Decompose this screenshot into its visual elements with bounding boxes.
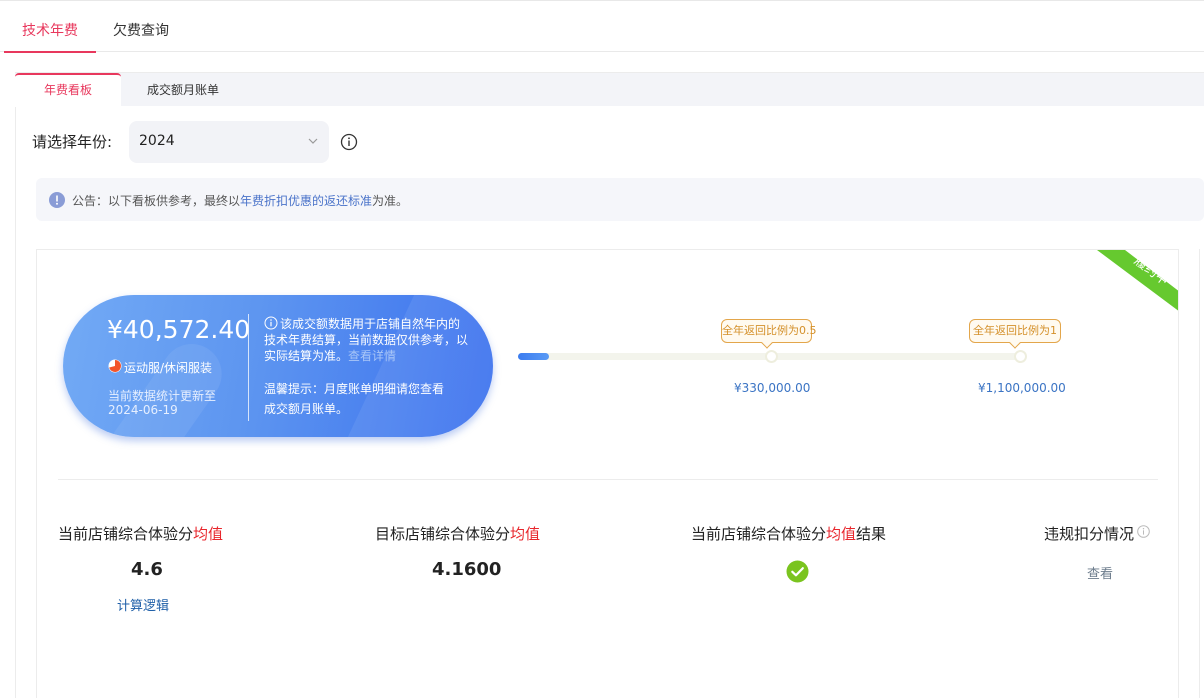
notice-text: 公告：以下看板供参考，最终以年费折扣优惠的返还标准为准。 xyxy=(72,194,409,208)
milestone-threshold: ¥1,100,000.00 xyxy=(978,381,1066,395)
violation-title: 违规扣分情况 xyxy=(1044,523,1150,544)
check-circle-icon xyxy=(786,560,809,583)
current-score-title: 当前店铺综合体验分均值 xyxy=(58,525,224,543)
year-select-value: 2024 xyxy=(139,133,175,149)
chevron-down-icon xyxy=(308,138,318,144)
view-details-link[interactable]: 查看详情 xyxy=(348,349,396,363)
tab-tech-annual-fee[interactable]: 技术年费 xyxy=(4,4,96,53)
sub-tab-bar: 年费看板 成交额月账单 xyxy=(15,72,1204,107)
update-label: 当前数据统计更新至 xyxy=(108,389,217,403)
year-select[interactable]: 2024 xyxy=(129,121,329,163)
year-filter-label: 请选择年份: xyxy=(32,133,113,151)
top-border xyxy=(0,0,1204,1)
store-category: 运动服/休闲服装 xyxy=(124,361,213,375)
info-icon xyxy=(264,316,278,330)
current-score-value: 4.6 xyxy=(131,559,163,580)
right-edge-divider xyxy=(1199,249,1200,698)
notice-bar: 公告：以下看板供参考，最终以年费折扣优惠的返还标准为准。 xyxy=(36,178,1204,221)
top-tab-bar: 技术年费 欠费查询 xyxy=(0,4,1204,53)
target-score-title: 目标店铺综合体验分均值 xyxy=(375,525,541,543)
score-result-title: 当前店铺综合体验分均值结果 xyxy=(691,525,887,543)
info-icon[interactable] xyxy=(1137,525,1150,538)
exclamation-icon xyxy=(49,192,65,208)
tab-arrears-query[interactable]: 欠费查询 xyxy=(100,4,182,52)
monthly-bill-tip: 温馨提示：月度账单明细请您查看成交额月账单。 xyxy=(264,382,445,416)
calculation-logic-link[interactable]: 计算逻辑 xyxy=(117,595,169,614)
target-score-value: 4.1600 xyxy=(432,559,502,580)
pill-decoration xyxy=(92,332,234,437)
tab-annual-fee-board[interactable]: 年费看板 xyxy=(15,73,121,107)
milestone-threshold: ¥330,000.00 xyxy=(734,381,811,395)
tab-monthly-gmv-bill[interactable]: 成交额月账单 xyxy=(127,73,239,107)
gmv-description: 该成交额数据用于店铺自然年内的技术年费结算，当前数据仅供参考，以实际结算为准。查… xyxy=(264,316,469,363)
rebate-standard-link[interactable]: 年费折扣优惠的返还标准 xyxy=(240,194,372,208)
section-divider xyxy=(58,479,1158,480)
milestone-badge: 全年返回比例为1 xyxy=(969,319,1061,343)
gmv-amount: ¥40,572.40 xyxy=(107,315,251,344)
progress-fill xyxy=(518,353,549,360)
pill-divider xyxy=(248,314,249,421)
update-date: 2024-06-19 xyxy=(108,403,178,417)
category-pie-icon xyxy=(108,359,122,373)
info-icon[interactable] xyxy=(340,133,358,151)
view-violation-link[interactable]: 查看 xyxy=(1087,563,1113,582)
milestone-badge: 全年返回比例为0.5 xyxy=(721,319,817,343)
status-ribbon: 履约中 xyxy=(1097,250,1178,311)
milestone-node xyxy=(765,350,778,363)
milestone-node xyxy=(1014,350,1027,363)
